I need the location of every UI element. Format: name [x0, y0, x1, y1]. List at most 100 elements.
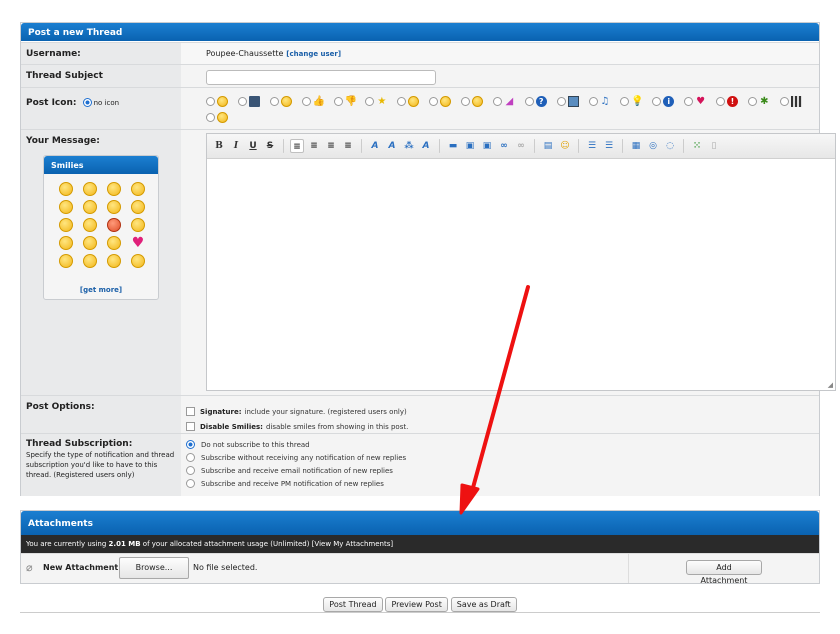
blush-icon[interactable] [131, 218, 145, 232]
strike-button[interactable]: S [263, 139, 277, 153]
sleepy-icon[interactable] [59, 236, 73, 250]
align-left-icon[interactable]: ≡ [290, 139, 304, 153]
bold-button[interactable]: B [212, 139, 226, 153]
rainbow-icon: ◢ [505, 96, 514, 107]
icon-radio[interactable] [492, 97, 502, 106]
icon-radio[interactable] [397, 97, 407, 106]
browse-button[interactable]: Browse... [119, 557, 189, 579]
icon-radio[interactable] [206, 113, 215, 122]
unlink-icon[interactable]: ∞ [514, 139, 528, 153]
surprised-icon [472, 96, 483, 107]
subscription-radio[interactable] [186, 466, 195, 475]
icon-radio[interactable] [684, 97, 694, 106]
change-user-link[interactable]: [change user] [286, 50, 341, 58]
smiley-icon[interactable]: ☺ [558, 139, 572, 153]
html-icon[interactable]: ◎ [646, 139, 660, 153]
big-grin-icon[interactable] [131, 182, 145, 196]
font-icon[interactable]: A [368, 139, 382, 153]
subscription-option[interactable]: Subscribe and receive PM notification of… [186, 477, 814, 490]
quote-icon[interactable]: ▤ [541, 139, 555, 153]
confused-icon[interactable] [59, 254, 73, 268]
icon-radio[interactable] [588, 97, 598, 106]
remove-format-icon[interactable]: A [419, 139, 433, 153]
insert-image-icon[interactable]: ▣ [463, 139, 477, 153]
source-mode-icon[interactable]: ⁙ [690, 139, 704, 153]
wink-icon[interactable] [107, 200, 121, 214]
add-attachment-button[interactable]: Add Attachment [686, 560, 762, 585]
usage-prefix: You are currently using [26, 540, 107, 548]
icon-radio[interactable] [747, 97, 757, 106]
icon-radio[interactable] [524, 97, 534, 106]
icon-radio[interactable] [716, 97, 725, 106]
align-right-icon[interactable]: ≡ [324, 139, 338, 153]
angry-icon [408, 96, 420, 107]
exclaim-icon[interactable] [107, 236, 121, 250]
post-icon-label-cell: Post Icon: no icon [21, 88, 181, 129]
preview-post-button[interactable]: Preview Post [385, 597, 448, 612]
subscription-desc: Specify the type of notification and thr… [26, 451, 175, 479]
subscription-option[interactable]: Subscribe and receive email notification… [186, 464, 814, 477]
icon-radio[interactable] [556, 97, 566, 106]
content-icon[interactable] [107, 254, 121, 268]
cool-icon[interactable] [107, 182, 121, 196]
idea-icon[interactable] [83, 254, 97, 268]
icon-radio[interactable] [620, 97, 630, 106]
save-draft-button[interactable]: Save as Draft [450, 597, 517, 612]
icon-radio[interactable] [333, 97, 343, 106]
subject-input[interactable] [206, 70, 436, 85]
bug-icon: ✱ [760, 96, 769, 107]
numbered-list-icon[interactable]: ☰ [602, 139, 616, 153]
link-chain-icon[interactable]: ∞ [497, 139, 511, 153]
justify-icon[interactable]: ≡ [341, 139, 355, 153]
subscription-radio[interactable] [186, 453, 195, 462]
happy-icon[interactable] [83, 200, 97, 214]
color-icon[interactable]: ⁂ [402, 139, 416, 153]
icon-radio[interactable] [301, 97, 311, 106]
comment-icon[interactable]: ◌ [663, 139, 677, 153]
icon-radio[interactable] [365, 97, 375, 106]
align-center-icon[interactable]: ≡ [307, 139, 321, 153]
view-attachments-link[interactable]: [View My Attachments] [312, 540, 393, 548]
unsure-icon[interactable] [131, 254, 145, 268]
heart-icon[interactable]: ♥ [131, 236, 145, 250]
underline-button[interactable]: U [246, 139, 260, 153]
sad-icon [440, 96, 452, 107]
paperclip-icon: ⌀ [26, 561, 33, 574]
tongue-icon[interactable] [59, 200, 73, 214]
dizzy-icon[interactable] [59, 218, 73, 232]
icon-radio[interactable] [269, 97, 279, 106]
icon-radio[interactable] [652, 97, 662, 106]
page-icon[interactable]: ▯ [707, 139, 721, 153]
icon-radio[interactable] [429, 97, 439, 106]
signature-checkbox[interactable] [186, 407, 195, 416]
subscription-radio[interactable] [186, 440, 195, 449]
insert-link-icon[interactable]: ▬ [446, 139, 460, 153]
icon-radio[interactable] [461, 97, 470, 106]
smirk-icon[interactable] [83, 236, 97, 250]
italic-button[interactable]: I [229, 139, 243, 153]
post-thread-button[interactable]: Post Thread [323, 597, 383, 612]
subscription-radio[interactable] [186, 479, 195, 488]
icon-radio[interactable] [779, 97, 789, 106]
bullet-list-icon[interactable]: ☰ [585, 139, 599, 153]
no-icon-radio[interactable] [82, 98, 92, 107]
clapper-icon [790, 96, 802, 107]
disable-smilies-checkbox[interactable] [186, 422, 195, 431]
frown-icon[interactable] [131, 200, 145, 214]
code-icon[interactable]: ▦ [629, 139, 643, 153]
get-more-link[interactable]: [get more] [44, 286, 158, 294]
icon-radio[interactable] [206, 97, 215, 106]
message-textarea[interactable] [207, 160, 835, 390]
subscription-option[interactable]: Subscribe without receiving any notifica… [186, 451, 814, 464]
icon-radio[interactable] [237, 97, 247, 106]
angel-icon[interactable] [83, 218, 97, 232]
post-icon-row: Post Icon: no icon 👍 👎 ★ ◢ ? ♫ 💡 i ♥ ! ✱ [21, 87, 819, 129]
insert-video-icon[interactable]: ▣ [480, 139, 494, 153]
heart-icon: ♥ [696, 96, 706, 107]
smile-icon[interactable] [59, 182, 73, 196]
grin-icon[interactable] [83, 182, 97, 196]
mad-icon[interactable] [107, 218, 121, 232]
resize-handle-icon[interactable]: ◢ [828, 381, 833, 389]
subscription-option[interactable]: Do not subscribe to this thread [186, 438, 814, 451]
font-size-icon[interactable]: A [385, 139, 399, 153]
